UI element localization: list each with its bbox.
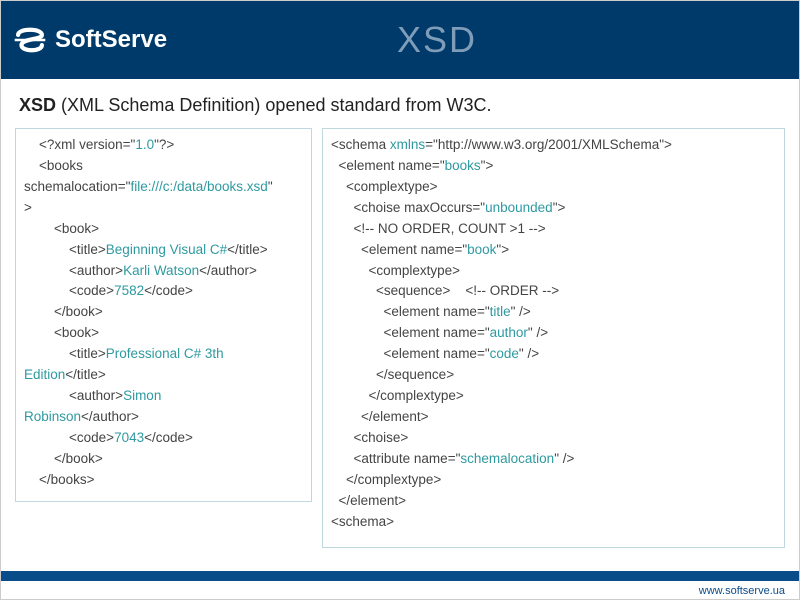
code-panels: <?xml version="1.0"?> <booksschemalocati… [15, 128, 785, 548]
content-area: XSD (XML Schema Definition) opened stand… [1, 79, 799, 548]
slide: SoftServe XSD XSD (XML Schema Definition… [0, 0, 800, 600]
subtitle-rest: (XML Schema Definition) opened standard … [56, 95, 492, 115]
xsd-code-panel: <schema xmlns="http://www.w3.org/2001/XM… [322, 128, 785, 548]
footer-url: www.softserve.ua [699, 585, 785, 597]
softserve-logo-icon [13, 23, 47, 57]
header-bar: SoftServe XSD [1, 1, 799, 79]
xml-code-panel: <?xml version="1.0"?> <booksschemalocati… [15, 128, 312, 502]
subtitle-bold: XSD [19, 95, 56, 115]
footer-bar [1, 571, 799, 581]
slide-title: XSD [87, 19, 787, 61]
subtitle: XSD (XML Schema Definition) opened stand… [15, 93, 785, 128]
